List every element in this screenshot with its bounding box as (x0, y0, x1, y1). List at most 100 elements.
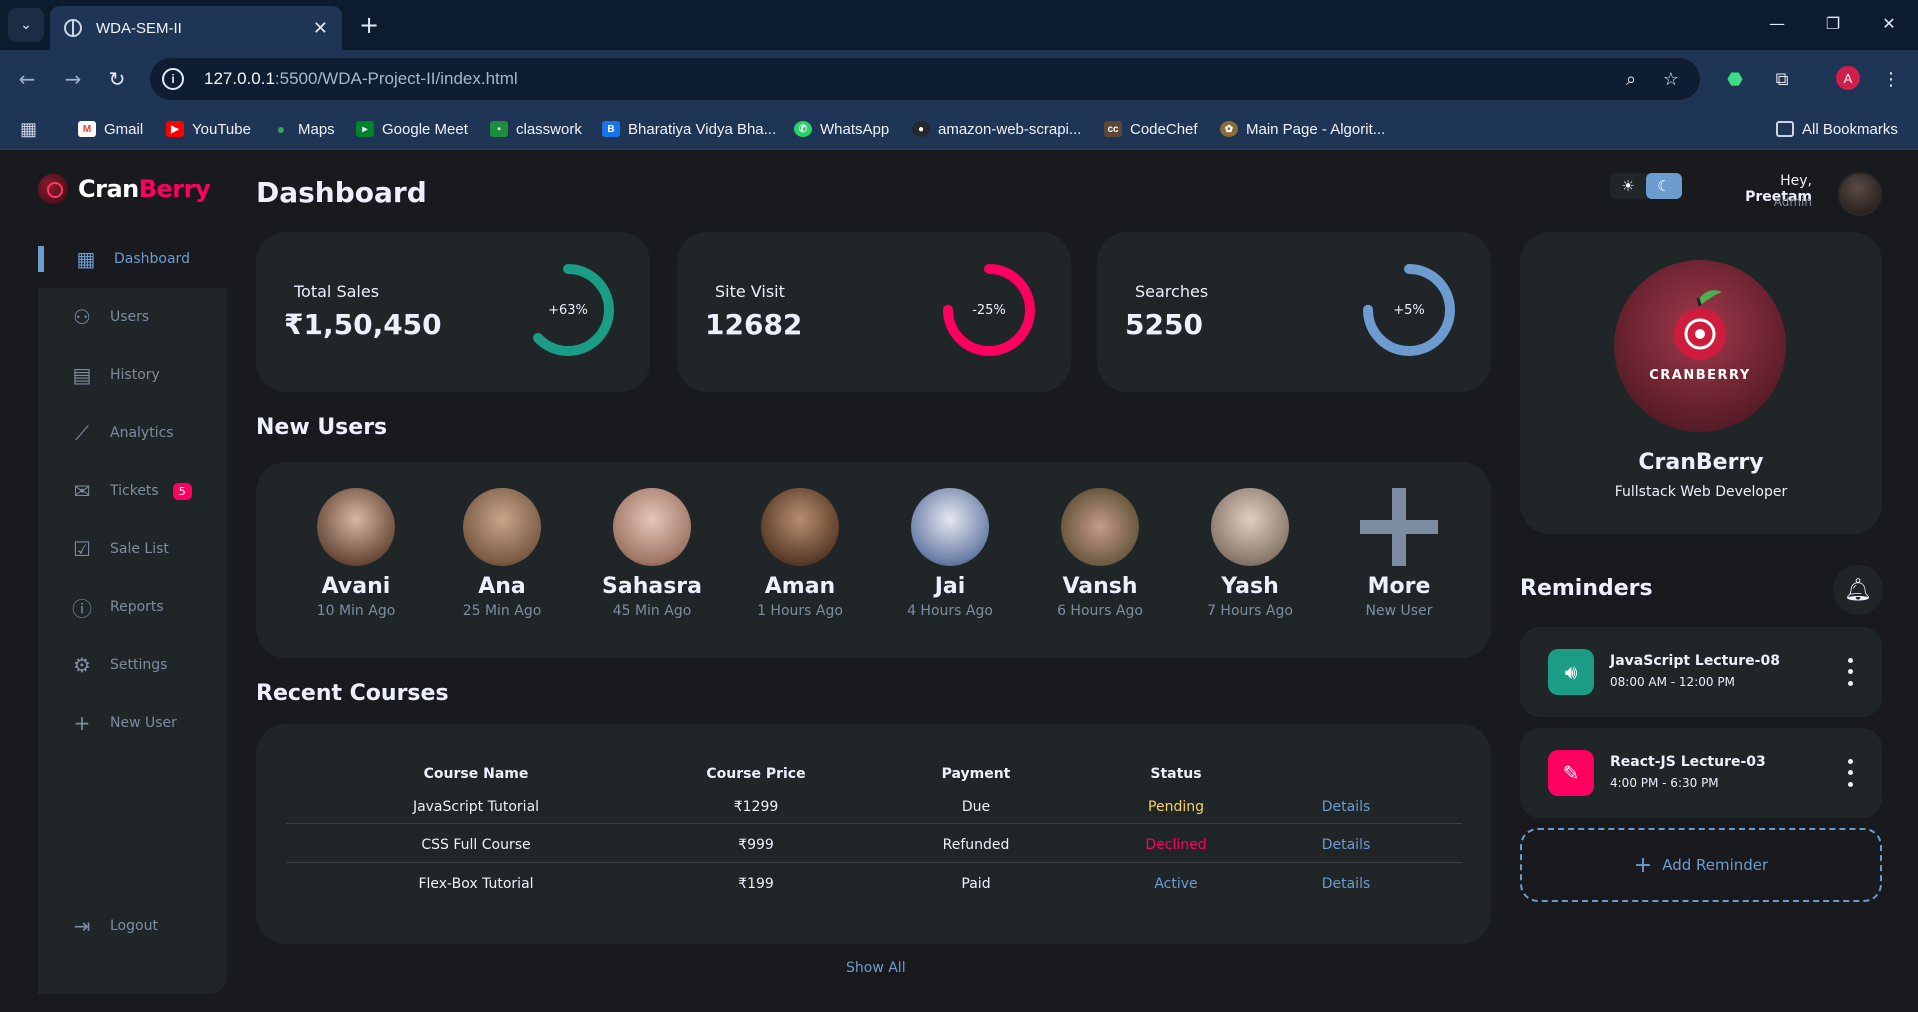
user-item[interactable]: Avani 10 Min Ago (286, 488, 426, 619)
college-icon: B (602, 121, 620, 137)
bookmark-google-meet[interactable]: ▸ Google Meet (356, 118, 468, 140)
user-role: Admin (1773, 195, 1812, 209)
user-item[interactable]: Ana 25 Min Ago (432, 488, 572, 619)
details-link[interactable]: Details (1276, 837, 1416, 853)
back-arrow-icon[interactable]: ← (12, 64, 42, 94)
reminder-time: 08:00 AM - 12:00 PM (1610, 675, 1735, 689)
android-extension-icon[interactable]: ⬣ (1720, 64, 1750, 94)
user-item[interactable]: Jai 4 Hours Ago (880, 488, 1020, 619)
bookmark-youtube[interactable]: ▶ YouTube (166, 118, 251, 140)
zoom-icon[interactable]: ⌕ (1618, 66, 1644, 92)
avatar[interactable] (1838, 172, 1882, 216)
sidebar-item-dashboard[interactable]: ▦ Dashboard (38, 230, 227, 288)
restore-icon[interactable]: ❐ (1810, 8, 1856, 38)
profile-name: CranBerry (1638, 450, 1764, 475)
reminder-item[interactable]: 🔊︎ JavaScript Lecture-08 08:00 AM - 12:0… (1520, 627, 1882, 717)
bookmarks-bar: ▦ M Gmail ▶ YouTube ● Maps ▸ Google Meet ▪ cl… (0, 108, 1918, 150)
more-users-button[interactable]: More New User (1329, 488, 1469, 619)
bookmark-classwork[interactable]: ▪ classwork (490, 118, 582, 140)
sidebar: ▦ Dashboard ⚇ Users ▤ History ⟋ Analytic… (38, 230, 227, 994)
browser-menu-icon[interactable]: ⋮ (1876, 64, 1906, 94)
sidebar-item-users[interactable]: ⚇ Users (38, 288, 227, 346)
star-bookmark-icon[interactable]: ☆ (1658, 66, 1684, 92)
row-divider (286, 823, 1462, 824)
user-item[interactable]: Sahasra 45 Min Ago (582, 488, 722, 619)
bookmark-bharatiya-vidya[interactable]: B Bharatiya Vidya Bha... (602, 118, 776, 140)
add-reminder-button[interactable]: + Add Reminder (1520, 828, 1882, 902)
add-reminder-label: Add Reminder (1662, 856, 1769, 874)
sidebar-item-reports[interactable]: ⓘ Reports (38, 578, 227, 636)
sidebar-item-new-user[interactable]: + New User (38, 694, 227, 752)
moon-icon[interactable]: ☾ (1646, 173, 1682, 199)
minimize-icon[interactable]: — (1754, 8, 1800, 38)
youtube-icon: ▶ (166, 121, 184, 137)
user-item[interactable]: Vansh 6 Hours Ago (1030, 488, 1170, 619)
extensions-puzzle-icon[interactable]: ⧉ (1767, 64, 1797, 94)
user-item[interactable]: Aman 1 Hours Ago (730, 488, 870, 619)
inventory-icon: ☑ (73, 537, 91, 561)
stat-label: Total Sales (294, 282, 380, 301)
cranberry-fruit-icon (1674, 290, 1726, 360)
sidebar-item-logout[interactable]: ⇥ Logout (38, 897, 227, 955)
address-bar[interactable]: i 127.0.0.1:5500/WDA-Project-II/index.ht… (150, 58, 1700, 100)
bookmark-algorithms[interactable]: ✿ Main Page - Algorit... (1220, 118, 1385, 140)
table-header-status: Status (1150, 766, 1202, 782)
tickets-count-badge: 5 (172, 482, 192, 500)
site-info-icon[interactable]: i (162, 68, 184, 90)
details-link[interactable]: Details (1276, 876, 1416, 892)
profile-card: CRANBERRY CranBerry Fullstack Web Develo… (1520, 232, 1882, 534)
sidebar-item-sale-list[interactable]: ☑ Sale List (38, 520, 227, 578)
show-all-link[interactable]: Show All (846, 960, 906, 976)
app-logo[interactable]: CranBerry (38, 174, 211, 204)
status-badge: Declined (1145, 837, 1207, 853)
status-badge: Pending (1148, 799, 1204, 815)
bookmark-gmail[interactable]: M Gmail (78, 118, 143, 140)
more-vert-icon[interactable] (1840, 756, 1860, 790)
tab-search-chevron-icon[interactable]: ⌄ (8, 8, 44, 42)
sun-icon[interactable]: ☀ (1610, 173, 1646, 199)
reminder-item[interactable]: ✎ React-JS Lecture-03 4:00 PM - 6:30 PM (1520, 728, 1882, 818)
new-tab-plus-icon[interactable]: + (354, 10, 384, 40)
sidebar-item-analytics[interactable]: ⟋ Analytics (38, 404, 227, 462)
bookmark-codechef[interactable]: cc CodeChef (1104, 118, 1198, 140)
browser-toolbar: ← → ↻ i 127.0.0.1:5500/WDA-Project-II/in… (0, 50, 1918, 108)
sidebar-item-label: Sale List (110, 541, 169, 557)
more-vert-icon[interactable] (1840, 655, 1860, 689)
sidebar-item-label: History (110, 367, 160, 383)
sidebar-item-settings[interactable]: ⚙ Settings (38, 636, 227, 694)
sidebar-item-tickets[interactable]: ✉ Tickets 5 (38, 462, 227, 520)
pencil-icon: ✎ (1548, 750, 1594, 796)
new-users-card: Avani 10 Min Ago Ana 25 Min Ago Sahasra … (256, 462, 1491, 658)
bookmark-maps[interactable]: ● Maps (272, 118, 335, 140)
mail-icon: ✉ (73, 479, 91, 503)
sidebar-item-label: Reports (110, 599, 164, 615)
url-text[interactable]: 127.0.0.1:5500/WDA-Project-II/index.html (204, 69, 518, 89)
reminders-title: Reminders (1520, 576, 1653, 601)
user-item[interactable]: Yash 7 Hours Ago (1180, 488, 1320, 619)
theme-toggler[interactable]: ☀ ☾ (1610, 173, 1682, 199)
apps-grid-icon[interactable]: ▦ (20, 118, 37, 140)
reload-icon[interactable]: ↻ (102, 64, 132, 94)
browser-tab[interactable]: WDA-SEM-II ✕ (50, 6, 342, 50)
bell-icon[interactable]: 🔔︎ (1833, 565, 1883, 615)
all-bookmarks[interactable]: All Bookmarks (1776, 118, 1898, 140)
course-name: CSS Full Course (421, 837, 531, 853)
meet-icon: ▸ (356, 121, 374, 137)
window-close-icon[interactable]: ✕ (1866, 8, 1912, 38)
avatar (463, 488, 541, 566)
github-icon: ● (912, 121, 930, 137)
details-link[interactable]: Details (1276, 799, 1416, 815)
sidebar-item-history[interactable]: ▤ History (38, 346, 227, 404)
avatar (317, 488, 395, 566)
close-tab-icon[interactable]: ✕ (313, 18, 328, 39)
profile-role: Fullstack Web Developer (1614, 484, 1788, 500)
course-payment: Due (961, 799, 991, 815)
profile-avatar[interactable]: A (1836, 66, 1860, 90)
bookmark-whatsapp[interactable]: ✆ WhatsApp (794, 118, 889, 140)
plus-icon: + (1633, 852, 1653, 878)
sidebar-item-label: Logout (110, 918, 158, 934)
reminder-name: React-JS Lecture-03 (1610, 754, 1766, 770)
bookmark-amazon-scraper[interactable]: ● amazon-web-scrapi... (912, 118, 1081, 140)
globe-icon (64, 19, 82, 37)
forward-arrow-icon[interactable]: → (58, 64, 88, 94)
